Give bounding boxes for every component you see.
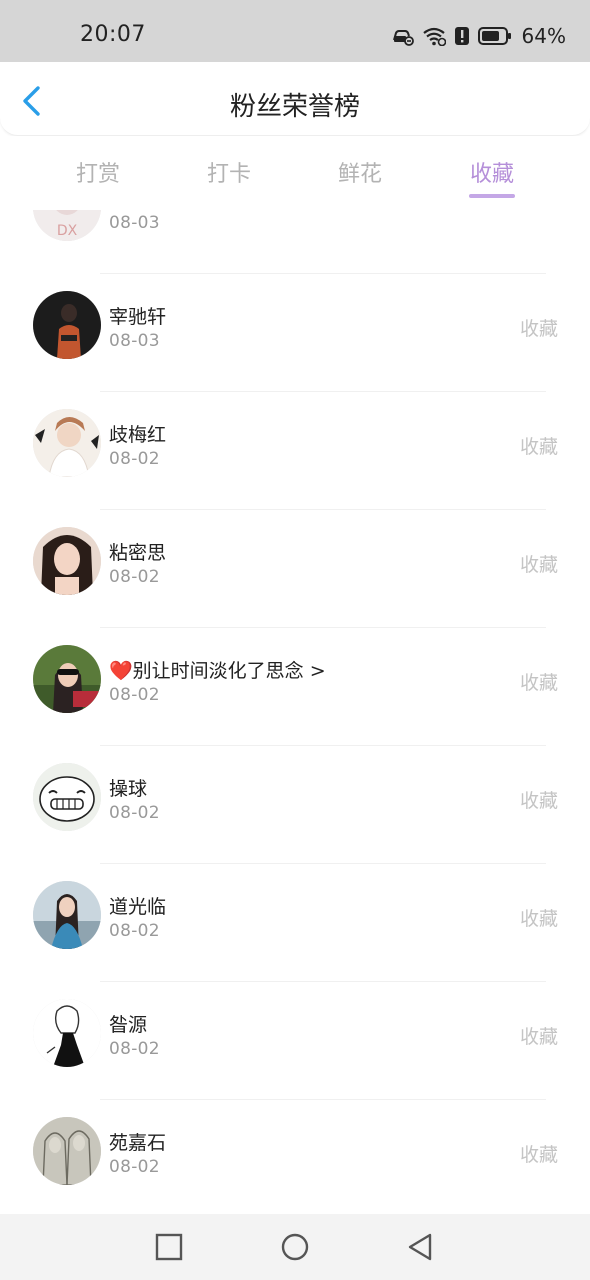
fan-list[interactable]: DX 08-03 宰驰轩 08-03 收藏 歧梅红 08-02 收藏 粘密思 0… bbox=[0, 210, 590, 1214]
home-button[interactable] bbox=[278, 1230, 312, 1264]
recent-apps-icon bbox=[155, 1233, 183, 1261]
avatar bbox=[33, 1117, 101, 1185]
favorite-label: 收藏 bbox=[519, 1144, 558, 1166]
user-name: 粘密思 bbox=[109, 542, 167, 564]
tab-flowers[interactable]: 鲜花 bbox=[315, 156, 405, 188]
system-nav-bar bbox=[0, 1214, 590, 1280]
avatar bbox=[33, 291, 101, 359]
avatar bbox=[33, 409, 101, 477]
item-date: 08-03 bbox=[109, 213, 160, 233]
tab-active-indicator bbox=[469, 194, 515, 198]
avatar bbox=[33, 527, 101, 595]
item-date: 08-02 bbox=[109, 921, 160, 941]
tab-favorites[interactable]: 收藏 bbox=[447, 156, 537, 198]
item-date: 08-02 bbox=[109, 1157, 160, 1177]
recent-apps-button[interactable] bbox=[152, 1230, 186, 1264]
wifi-icon bbox=[422, 26, 446, 46]
avatar bbox=[33, 645, 101, 713]
user-name: 昝源 bbox=[109, 1014, 148, 1036]
tab-tip[interactable]: 打赏 bbox=[53, 156, 143, 188]
header: 粉丝荣誉榜 bbox=[0, 62, 590, 136]
item-date: 08-03 bbox=[109, 331, 160, 351]
svg-text:DX: DX bbox=[57, 223, 78, 239]
user-name: 道光临 bbox=[109, 896, 167, 918]
car-lock-icon bbox=[392, 26, 414, 46]
status-bar: 20:07 64% bbox=[0, 0, 590, 62]
screen: 20:07 64% 粉丝荣誉榜 打赏 打卡 鲜花 收藏 DX 08-03 宰驰轩… bbox=[0, 0, 590, 1280]
user-name: 宰驰轩 bbox=[109, 306, 167, 328]
home-icon bbox=[281, 1233, 309, 1261]
tab-favorites-label: 收藏 bbox=[469, 162, 514, 187]
status-time: 20:07 bbox=[80, 22, 146, 47]
list-item[interactable]: 道光临 08-02 收藏 bbox=[0, 864, 590, 982]
favorite-label: 收藏 bbox=[519, 1026, 558, 1048]
item-date: 08-02 bbox=[109, 449, 160, 469]
user-name: 操球 bbox=[109, 778, 148, 800]
avatar bbox=[33, 881, 101, 949]
battery-percent: 64% bbox=[521, 24, 566, 48]
favorite-label: 收藏 bbox=[519, 318, 558, 340]
avatar: DX bbox=[33, 210, 101, 241]
list-item[interactable]: 粘密思 08-02 收藏 bbox=[0, 510, 590, 628]
favorite-label: 收藏 bbox=[519, 672, 558, 694]
back-icon bbox=[408, 1233, 432, 1261]
status-icons: 64% bbox=[392, 24, 566, 48]
item-date: 08-02 bbox=[109, 803, 160, 823]
user-name: 苑嘉石 bbox=[109, 1132, 167, 1154]
tab-checkin[interactable]: 打卡 bbox=[184, 156, 274, 188]
nav-back-button[interactable] bbox=[404, 1230, 438, 1264]
item-date: 08-02 bbox=[109, 685, 160, 705]
user-name: 歧梅红 bbox=[109, 424, 167, 446]
favorite-label: 收藏 bbox=[519, 554, 558, 576]
list-item[interactable]: 操球 08-02 收藏 bbox=[0, 746, 590, 864]
list-item[interactable]: 昝源 08-02 收藏 bbox=[0, 982, 590, 1100]
avatar bbox=[33, 763, 101, 831]
avatar bbox=[33, 999, 101, 1067]
list-item[interactable]: DX 08-03 bbox=[0, 210, 590, 274]
favorite-label: 收藏 bbox=[519, 436, 558, 458]
item-date: 08-02 bbox=[109, 567, 160, 587]
favorite-label: 收藏 bbox=[519, 790, 558, 812]
list-item[interactable]: ❤️别让时间淡化了思念 > 08-02 收藏 bbox=[0, 628, 590, 746]
user-name: ❤️别让时间淡化了思念 > bbox=[109, 660, 326, 682]
page-title: 粉丝荣誉榜 bbox=[229, 92, 360, 122]
list-item[interactable]: 歧梅红 08-02 收藏 bbox=[0, 392, 590, 510]
list-item[interactable]: 苑嘉石 08-02 收藏 bbox=[0, 1100, 590, 1214]
battery-icon bbox=[477, 26, 512, 46]
list-item[interactable]: 宰驰轩 08-03 收藏 bbox=[0, 274, 590, 392]
favorite-label: 收藏 bbox=[519, 908, 558, 930]
item-date: 08-02 bbox=[109, 1039, 160, 1059]
tab-bar: 打赏 打卡 鲜花 收藏 bbox=[0, 136, 590, 210]
alert-icon bbox=[454, 26, 470, 46]
